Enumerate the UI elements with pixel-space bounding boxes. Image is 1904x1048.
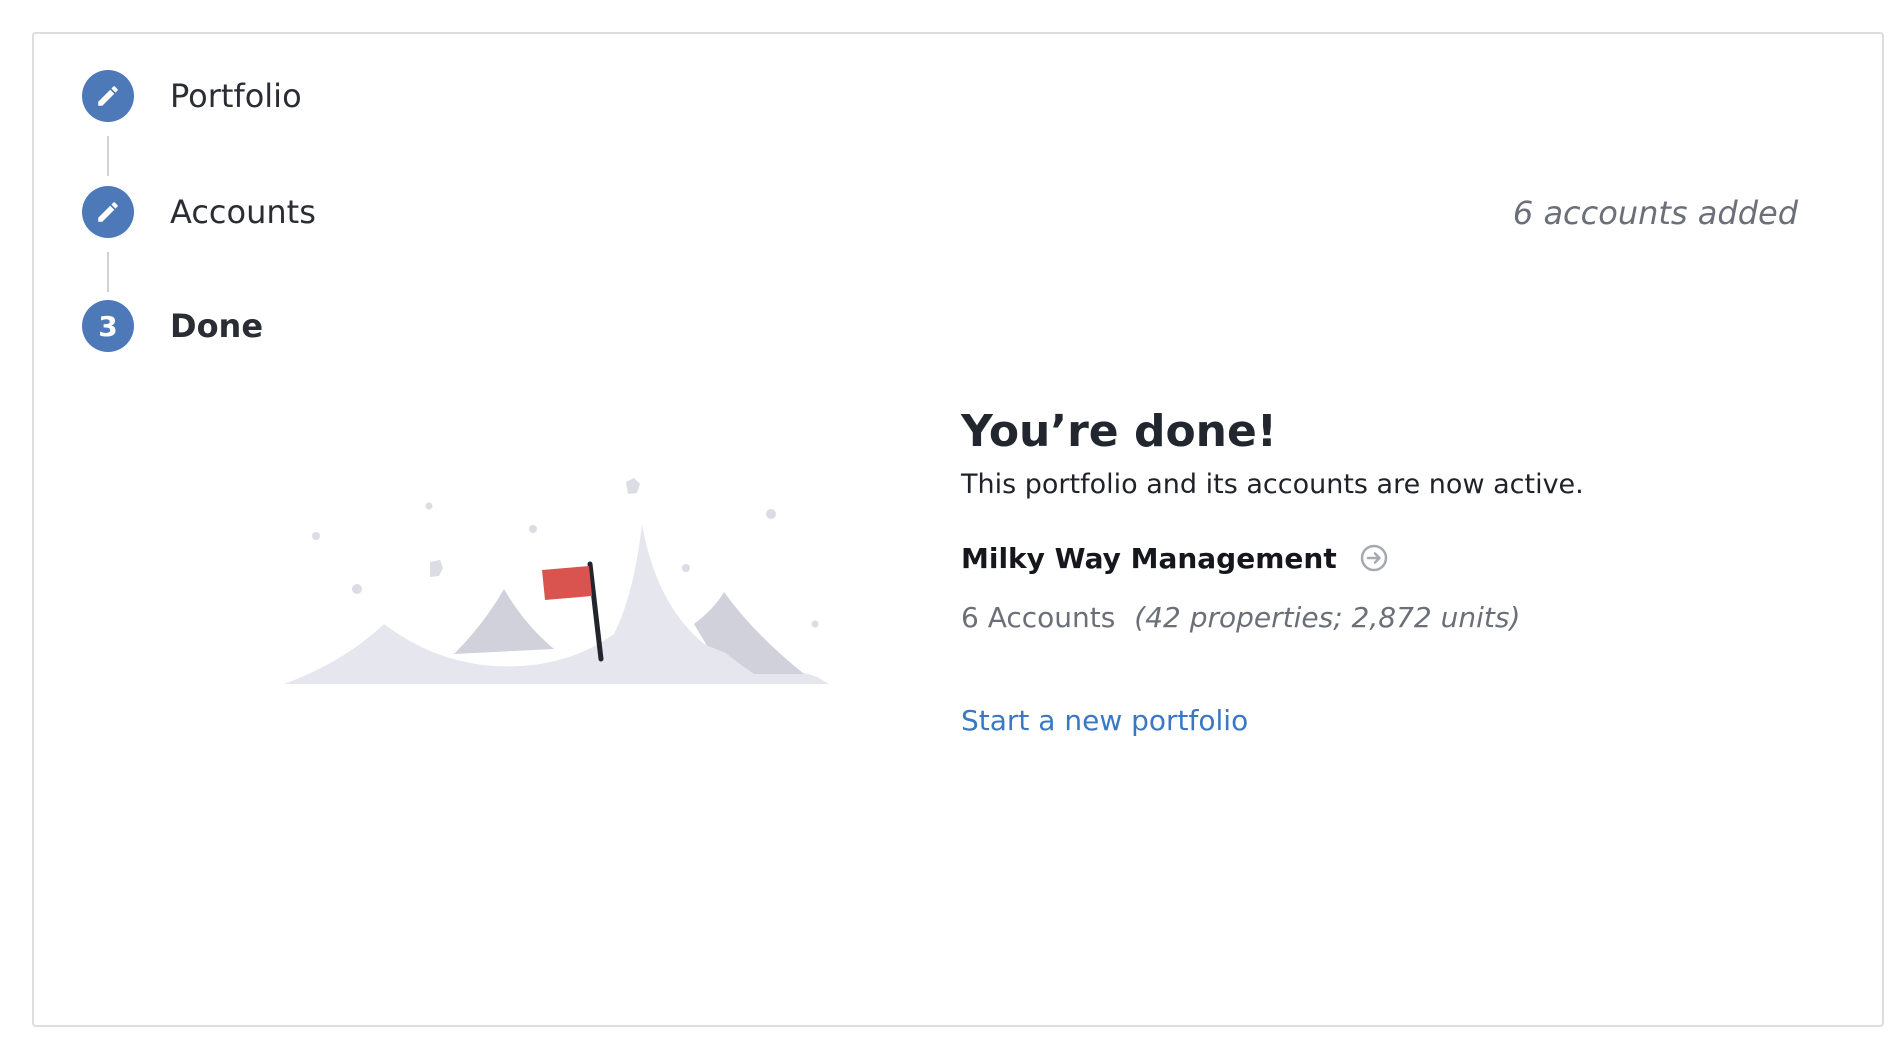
step-portfolio[interactable]: Portfolio — [82, 70, 302, 122]
portfolio-summary-row: Milky Way Management — [961, 542, 1781, 575]
step-accounts[interactable]: Accounts — [82, 186, 316, 238]
mountain-flag-illustration — [284, 478, 829, 684]
step-accounts-edit-button[interactable] — [82, 186, 134, 238]
portfolio-name: Milky Way Management — [961, 541, 1337, 575]
step-done: 3 Done — [82, 300, 263, 352]
wizard-card: Portfolio Accounts 6 accounts added 3 Do… — [32, 32, 1884, 1027]
completion-title: You’re done! — [961, 406, 1277, 457]
step-number-badge: 3 — [82, 300, 134, 352]
step-accounts-label: Accounts — [170, 193, 316, 231]
step-done-label: Done — [170, 307, 264, 345]
accounts-detail: (42 properties; 2,872 units) — [1134, 600, 1521, 634]
accounts-added-summary: 6 accounts added — [1512, 194, 1798, 232]
completion-panel: You’re done! This portfolio and its acco… — [961, 406, 1781, 737]
pencil-icon — [98, 202, 118, 222]
arrow-right-circle-icon[interactable] — [1359, 543, 1389, 573]
accounts-count: 6 Accounts — [961, 600, 1116, 634]
accounts-count-line: 6 Accounts (42 properties; 2,872 units) — [961, 601, 1781, 634]
step-connector — [107, 136, 109, 176]
completion-subtitle: This portfolio and its accounts are now … — [961, 468, 1584, 500]
step-portfolio-edit-button[interactable] — [82, 70, 134, 122]
pencil-icon — [98, 86, 118, 106]
step-portfolio-label: Portfolio — [170, 77, 302, 115]
step-connector — [107, 252, 109, 292]
start-new-portfolio-link[interactable]: Start a new portfolio — [961, 704, 1248, 737]
